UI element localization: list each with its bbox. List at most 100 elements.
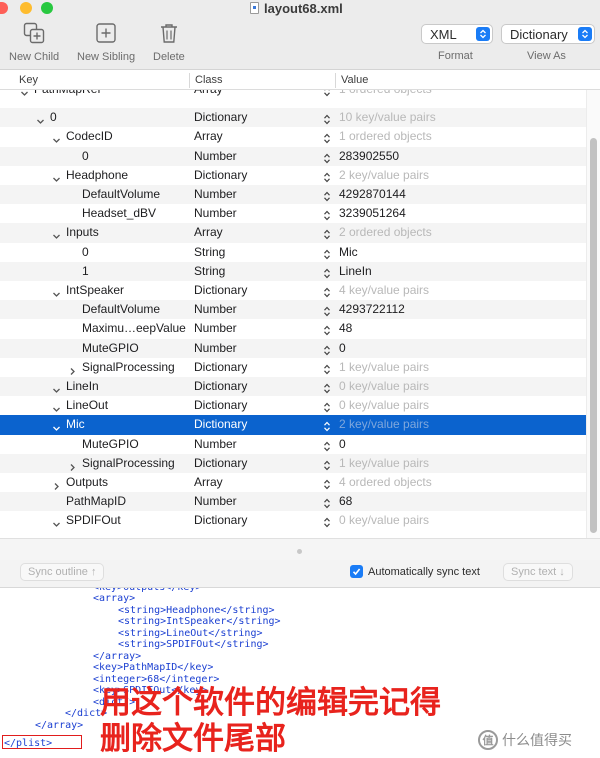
outline-row[interactable]: 0 Number 283902550 (0, 146, 586, 166)
row-class[interactable]: Number (194, 492, 237, 511)
class-stepper-icon[interactable] (323, 477, 331, 490)
sync-text-button[interactable]: Sync text ↓ (503, 563, 573, 581)
disclosure-open-icon[interactable] (52, 420, 61, 432)
disclosure-closed-icon[interactable] (52, 478, 61, 490)
row-class[interactable]: Number (194, 339, 237, 358)
class-stepper-icon[interactable] (323, 362, 331, 375)
class-stepper-icon[interactable] (323, 304, 331, 317)
outline-row[interactable]: Maximu…eepValue Number 48 (0, 319, 586, 338)
plist-outline[interactable]: PathMapRef Array 1 ordered objects 0 Diction… (0, 90, 600, 538)
outline-row[interactable]: IntSpeaker Dictionary 4 key/value pairs (0, 281, 586, 300)
class-stepper-icon[interactable] (323, 285, 331, 298)
column-divider[interactable] (335, 73, 336, 88)
disclosure-open-icon[interactable] (20, 90, 29, 96)
outline-row[interactable]: Mic Dictionary 2 key/value pairs (0, 415, 586, 435)
disclosure-open-icon[interactable] (52, 516, 61, 528)
row-value[interactable]: 3239051264 (339, 204, 406, 223)
row-class[interactable]: Number (194, 204, 237, 223)
disclosure-closed-icon[interactable] (68, 459, 77, 471)
row-class[interactable]: Number (194, 300, 237, 319)
class-stepper-icon[interactable] (323, 439, 331, 451)
class-stepper-icon[interactable] (323, 343, 331, 355)
class-stepper-icon[interactable] (323, 323, 331, 336)
outline-row[interactable]: SignalProcessing Dictionary 1 key/value pa… (0, 358, 586, 377)
pane-splitter[interactable] (0, 538, 600, 560)
outline-scrollbar[interactable] (586, 90, 600, 538)
outline-row[interactable]: DefaultVolume Number 4293722112 (0, 300, 586, 320)
delete-button[interactable]: Delete (153, 22, 185, 63)
class-stepper-icon[interactable] (323, 112, 331, 125)
outline-row[interactable]: Outputs Array 4 ordered objects (0, 473, 586, 492)
outline-row[interactable]: CodecID Array 1 ordered objects (0, 127, 586, 146)
row-value[interactable]: 0 (339, 435, 346, 454)
row-class[interactable]: Dictionary (194, 108, 247, 127)
zoom-window-button[interactable] (41, 2, 53, 14)
class-stepper-icon[interactable] (323, 458, 331, 471)
disclosure-open-icon[interactable] (52, 286, 61, 297)
row-value[interactable]: 0 (339, 339, 346, 358)
outline-row[interactable]: LineOut Dictionary 0 key/value pairs (0, 396, 586, 415)
row-class[interactable]: Dictionary (194, 166, 247, 185)
outline-row[interactable]: 0 Dictionary 10 key/value pairs (0, 108, 586, 128)
row-value[interactable]: Mic (339, 243, 358, 262)
row-class[interactable]: Array (194, 127, 223, 146)
view-as-popup[interactable]: Dictionary (501, 24, 595, 44)
row-class[interactable]: String (194, 243, 225, 262)
disclosure-closed-icon[interactable] (68, 363, 77, 375)
row-class[interactable]: Dictionary (194, 358, 247, 377)
disclosure-open-icon[interactable] (52, 382, 61, 393)
row-value[interactable]: LineIn (339, 262, 372, 281)
row-class[interactable]: Number (194, 435, 237, 454)
row-value[interactable]: 283902550 (339, 147, 399, 166)
row-value[interactable]: 68 (339, 492, 352, 511)
class-stepper-icon[interactable] (323, 208, 331, 221)
outline-row[interactable]: SPDIFOut Dictionary 0 key/value pairs (0, 511, 586, 530)
class-stepper-icon[interactable] (323, 247, 331, 259)
outline-row[interactable]: DefaultVolume Number 4292870144 (0, 185, 586, 205)
disclosure-open-icon[interactable] (52, 132, 61, 144)
class-stepper-icon[interactable] (323, 131, 331, 144)
row-class[interactable]: Number (194, 185, 237, 204)
class-stepper-icon[interactable] (323, 90, 331, 97)
row-class[interactable]: String (194, 262, 225, 281)
minimize-window-button[interactable] (20, 2, 32, 14)
outline-row[interactable]: Headset_dBV Number 3239051264 (0, 204, 586, 223)
outline-row[interactable]: SignalProcessing Dictionary 1 key/value pa… (0, 453, 586, 473)
row-class[interactable]: Dictionary (194, 377, 247, 396)
class-stepper-icon[interactable] (323, 381, 331, 394)
outline-row[interactable]: Inputs Array 2 ordered objects (0, 223, 586, 243)
column-divider[interactable] (189, 73, 190, 88)
class-stepper-icon[interactable] (323, 266, 331, 279)
outline-row[interactable]: Headphone Dictionary 2 key/value pairs (0, 166, 586, 185)
outline-row[interactable]: PathMapRef Array 1 ordered objects (0, 90, 586, 99)
disclosure-open-icon[interactable] (52, 171, 61, 182)
scrollbar-thumb[interactable] (590, 138, 597, 533)
row-class[interactable]: Dictionary (194, 396, 247, 415)
outline-row[interactable]: LineIn Dictionary 0 key/value pairs (0, 377, 586, 397)
row-class[interactable]: Dictionary (194, 415, 247, 434)
row-class[interactable]: Array (194, 90, 223, 99)
column-header-key[interactable]: Key (19, 74, 38, 86)
new-sibling-button[interactable]: New Sibling (77, 22, 135, 63)
row-value[interactable]: 4293722112 (339, 300, 405, 319)
row-class[interactable]: Number (194, 147, 237, 166)
outline-row[interactable]: MuteGPIO Number 0 (0, 338, 586, 358)
class-stepper-icon[interactable] (323, 189, 331, 202)
row-class[interactable]: Dictionary (194, 511, 247, 530)
row-value[interactable]: 4292870144 (339, 185, 406, 204)
outline-row[interactable]: PathMapID Number 68 (0, 492, 586, 512)
class-stepper-icon[interactable] (323, 515, 331, 528)
sync-outline-button[interactable]: Sync outline ↑ (20, 563, 105, 581)
class-stepper-icon[interactable] (323, 227, 331, 240)
row-class[interactable]: Array (194, 223, 223, 242)
column-header-class[interactable]: Class (195, 74, 223, 86)
row-class[interactable]: Dictionary (194, 454, 247, 473)
disclosure-open-icon[interactable] (52, 401, 61, 413)
column-header-value[interactable]: Value (341, 74, 368, 86)
row-class[interactable]: Array (194, 473, 223, 492)
new-child-button[interactable]: New Child (9, 22, 59, 63)
outline-row[interactable]: 1 String LineIn (0, 261, 586, 281)
disclosure-open-icon[interactable] (52, 228, 61, 240)
class-stepper-icon[interactable] (323, 419, 331, 432)
format-popup[interactable]: XML (421, 24, 493, 44)
